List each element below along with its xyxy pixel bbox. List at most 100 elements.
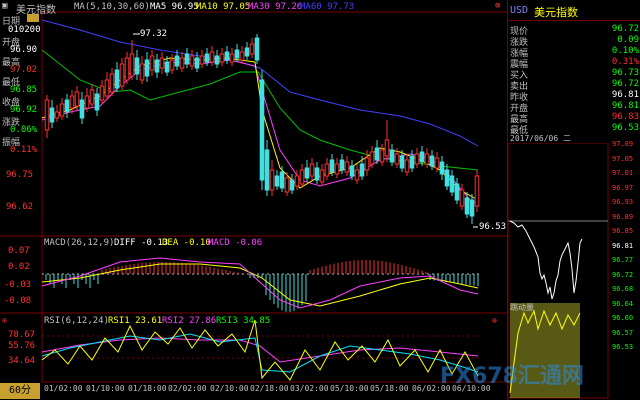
candle: [449, 175, 455, 193]
macd-diff-value: DIFF -0.13: [114, 238, 169, 248]
candle: [404, 159, 410, 173]
menu-icon[interactable]: ▣: [2, 1, 7, 11]
candle: [239, 51, 245, 61]
candle: [69, 95, 75, 109]
candle: [64, 99, 70, 113]
candle: [364, 157, 370, 171]
date-value: 010200: [8, 25, 41, 35]
intraday-tick: 97.01: [612, 169, 634, 177]
candle: [414, 153, 420, 165]
crosshair-toggle-icon[interactable]: [27, 14, 39, 22]
rsi-tick: 55.76: [8, 341, 36, 351]
candle: [279, 171, 285, 189]
low-annotation: 96.53: [479, 222, 507, 232]
quote-row-value: 96.53: [611, 123, 639, 133]
high-annotation: 97.32: [140, 29, 168, 39]
candle: [214, 55, 220, 65]
candle: [89, 89, 95, 105]
x-axis-tick: 01/10:00: [86, 384, 125, 393]
candle: [314, 167, 320, 181]
macd-value: MACD -0.06: [208, 238, 263, 248]
intraday-tick: 96.64: [612, 299, 634, 308]
candle: [399, 155, 405, 169]
intraday-tick: 97.09: [612, 140, 634, 148]
rsi-close-icon[interactable]: ⊗: [492, 316, 497, 325]
candle: [49, 107, 55, 123]
candle: [74, 91, 80, 107]
quote-row-value: 0.10%: [611, 46, 639, 56]
close-icon[interactable]: ⊗: [495, 1, 500, 11]
candle: [359, 163, 365, 177]
candle: [339, 159, 345, 171]
candle: [294, 175, 300, 187]
candle: [54, 111, 60, 119]
candle: [409, 155, 415, 169]
candle: [304, 167, 310, 179]
candle: [209, 51, 215, 63]
low-value: 96.85: [10, 85, 38, 95]
intraday-tick: 96.72: [612, 270, 634, 279]
candle: [184, 53, 190, 65]
candle: [244, 47, 250, 57]
quote-row-value: 0.09: [617, 35, 639, 45]
quote-row-value: 96.83: [611, 112, 639, 122]
price-tick: 96.62: [6, 202, 34, 212]
candle: [289, 179, 295, 191]
quote-row: 卖出 96.72: [508, 79, 640, 92]
intraday-tick: 96.68: [612, 285, 634, 293]
candle: [154, 59, 160, 73]
watermark: FX678汇通网: [440, 364, 584, 389]
intraday-tick: 97.05: [612, 154, 634, 163]
quote-prefix: USD: [510, 5, 529, 16]
macd-histogram: [45, 260, 479, 312]
intraday-tick: 96.97: [612, 183, 634, 192]
candle: [389, 149, 395, 163]
candle: [434, 157, 440, 169]
candle: [199, 55, 205, 65]
quote-name: 美元指数: [534, 6, 578, 19]
candle: [429, 155, 435, 167]
rsi-label: RSI(6,12,24): [44, 316, 110, 326]
x-axis-tick: 02/02:00: [168, 384, 207, 393]
intraday-price-line: [509, 220, 583, 300]
rsi3-value: RSI3 34.85: [216, 316, 271, 326]
candle: [79, 99, 85, 119]
x-axis-tick: 01/02:00: [44, 384, 83, 393]
candle: [384, 139, 390, 157]
quote-row: 买入 96.73: [508, 68, 640, 81]
candle: [159, 57, 165, 69]
candle: [169, 59, 175, 71]
quote-row: 最高 96.83: [508, 112, 640, 125]
candle: [99, 85, 105, 101]
rsi-settings-icon[interactable]: ⊕: [2, 316, 7, 325]
rsi-tick: 78.67: [8, 330, 36, 340]
candle: [354, 169, 360, 181]
candle: [439, 161, 445, 175]
candle: [259, 79, 265, 181]
candle: [264, 149, 270, 191]
candle: [229, 53, 235, 63]
quote-row: 震幅 0.31%: [508, 57, 640, 70]
candle: [44, 99, 50, 131]
rsi1-value: RSI1 23.61: [108, 316, 163, 326]
macd-tick: -0.03: [4, 280, 32, 290]
intraday-tick: 96.93: [612, 198, 634, 206]
macd-tick: -0.08: [4, 296, 32, 306]
quote-row-value: 96.81: [611, 101, 639, 111]
ma30-value: MA30 97.26: [248, 2, 303, 12]
volume-label: 跳动量: [510, 303, 534, 312]
candle: [284, 177, 290, 193]
quote-row: 涨幅 0.10%: [508, 46, 640, 59]
intraday-tick: 96.85: [612, 227, 634, 235]
high-value: 97.02: [10, 65, 38, 75]
period-button[interactable]: 60分: [0, 383, 40, 399]
candle: [349, 165, 355, 177]
candle: [174, 55, 180, 67]
macd-dea-line: [41, 263, 479, 307]
candle: [189, 55, 195, 67]
quote-panel: USD 美元指数 现价 96.72 涨跌 0.09 涨幅 0.10% 震幅 0.31% 买入 96…: [507, 0, 640, 400]
candle: [179, 57, 185, 69]
change-value: 0.06%: [10, 125, 38, 135]
candle: [129, 53, 135, 77]
ma60-value: MA60 97.73: [300, 2, 355, 12]
